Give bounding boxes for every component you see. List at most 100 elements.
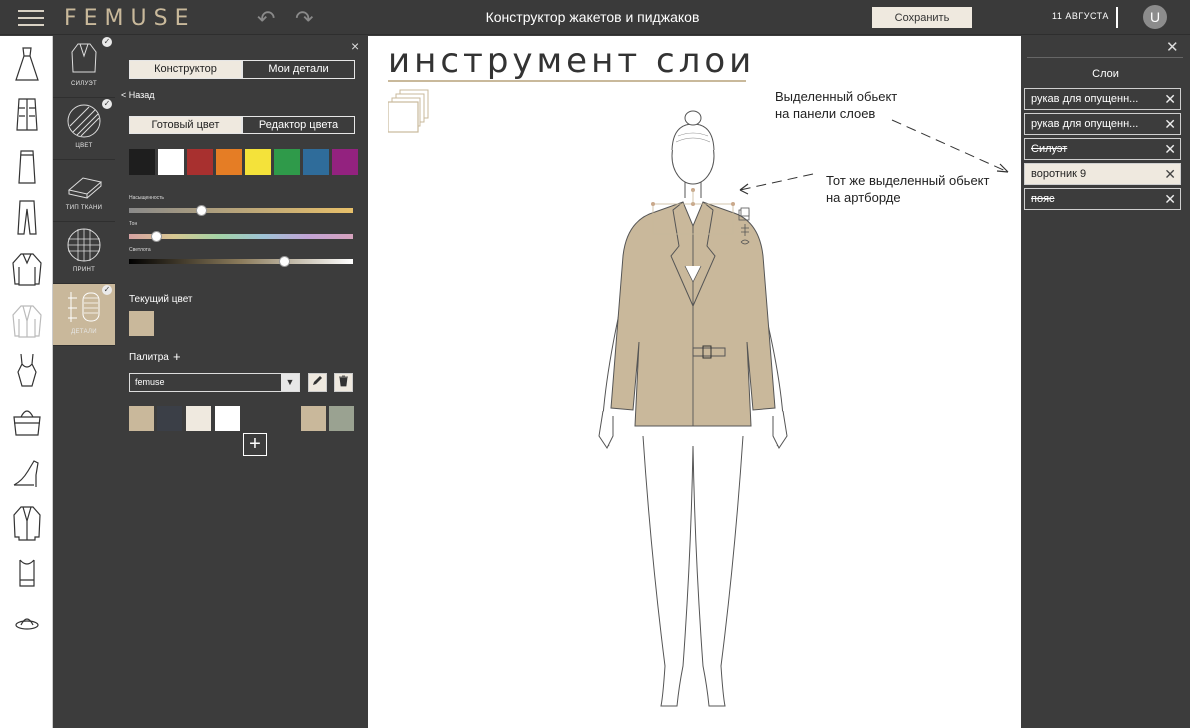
color-swatch[interactable] — [158, 149, 184, 175]
panel-tabs: Конструктор Мои детали — [129, 60, 355, 79]
layer-row[interactable]: рукав для опущенн... ✕ — [1024, 88, 1181, 110]
close-icon[interactable]: × — [351, 38, 359, 54]
saturation-slider[interactable] — [129, 205, 353, 216]
layer-name: рукав для опущенн... — [1031, 118, 1139, 130]
tone-slider[interactable] — [129, 231, 353, 242]
divider — [1027, 57, 1183, 58]
current-color-swatch[interactable] — [129, 311, 154, 336]
fashion-figure[interactable] — [593, 106, 793, 721]
layer-name: Силуэт — [1031, 143, 1068, 155]
tab-my-details[interactable]: Мои детали — [242, 60, 355, 79]
palette-swatch[interactable] — [215, 406, 240, 431]
top-icon[interactable] — [8, 552, 46, 592]
print-icon — [67, 228, 101, 262]
layers-panel: ✕ Слои рукав для опущенн... ✕ рукав для … — [1021, 36, 1190, 728]
layer-name: рукав для опущенн... — [1031, 93, 1139, 105]
sweater-icon[interactable] — [8, 249, 46, 289]
jacket-icon[interactable] — [8, 301, 46, 341]
slider-knob[interactable] — [150, 231, 162, 242]
palette-swatch[interactable] — [157, 406, 182, 431]
lightness-slider[interactable] — [129, 256, 353, 267]
tab-color-editor[interactable]: Редактор цвета — [242, 116, 355, 134]
close-icon[interactable]: ✕ — [1166, 38, 1179, 56]
palette-label: Палитра — [129, 352, 169, 363]
coat-icon[interactable] — [8, 503, 46, 543]
color-swatch[interactable] — [332, 149, 358, 175]
layer-row-selected[interactable]: воротник 9 ✕ — [1024, 163, 1181, 185]
swimsuit-icon[interactable] — [8, 350, 46, 390]
palette-select-value: femuse — [135, 377, 165, 387]
hat-icon[interactable] — [8, 603, 46, 643]
slider-knob[interactable] — [195, 205, 207, 216]
category-print[interactable]: ПРИНТ — [53, 222, 115, 284]
dress-icon[interactable] — [8, 44, 46, 84]
delete-layer-icon[interactable]: ✕ — [1164, 141, 1176, 158]
swatch-row — [129, 149, 358, 175]
category-column: СИЛУЭТ ✓ ЦВЕТ ✓ ТИП ТКАНИ ПРИНТ ДЕТАЛИ ✓ — [53, 36, 115, 728]
category-fabric[interactable]: ТИП ТКАНИ — [53, 160, 115, 222]
lightness-label: Светлота — [129, 247, 151, 253]
back-link[interactable]: < Назад — [121, 90, 155, 100]
delete-layer-icon[interactable]: ✕ — [1164, 166, 1176, 183]
color-swatch[interactable] — [245, 149, 271, 175]
avatar[interactable]: U — [1143, 5, 1167, 29]
app-window: FEMUSE ↶ ↷ Конструктор жакетов и пиджако… — [0, 0, 1190, 728]
layer-row[interactable]: рукав для опущенн... ✕ — [1024, 113, 1181, 135]
palette-swatch[interactable] — [301, 406, 326, 431]
tab-ready-color[interactable]: Готовый цвет — [129, 116, 242, 134]
divider — [1116, 7, 1118, 28]
shoe-icon[interactable] — [8, 453, 46, 493]
category-label: ПРИНТ — [72, 267, 96, 273]
trash-icon — [339, 375, 348, 387]
skirt-icon[interactable] — [8, 146, 46, 186]
color-swatch[interactable] — [129, 149, 155, 175]
artboard[interactable]: инструмент слои Выделенный обьект на пан… — [368, 36, 1021, 728]
silhouette-icon — [71, 43, 97, 73]
palette-swatch[interactable] — [129, 406, 154, 431]
pencil-icon — [313, 376, 322, 385]
layer-name: воротник 9 — [1031, 168, 1087, 180]
garment-type-strip — [0, 36, 53, 728]
category-details[interactable]: ДЕТАЛИ ✓ — [53, 284, 115, 346]
saturation-label: Насыщенность — [129, 195, 165, 201]
add-color-button[interactable]: + — [243, 433, 267, 456]
palette-swatch[interactable] — [186, 406, 211, 431]
category-color[interactable]: ЦВЕТ ✓ — [53, 98, 115, 160]
page-title: Конструктор жакетов и пиджаков — [485, 9, 700, 25]
redo-icon[interactable]: ↷ — [295, 6, 313, 32]
palette-select[interactable]: femuse ▼ — [129, 373, 300, 392]
undo-icon[interactable]: ↶ — [257, 6, 275, 32]
layers-title: Слои — [1092, 68, 1119, 80]
slider-knob[interactable] — [278, 256, 290, 267]
delete-layer-icon[interactable]: ✕ — [1164, 116, 1176, 133]
edit-palette-button[interactable] — [308, 373, 327, 392]
pants-icon[interactable] — [8, 197, 46, 237]
check-icon: ✓ — [102, 37, 112, 47]
color-swatch[interactable] — [303, 149, 329, 175]
layer-row[interactable]: пояс ✕ — [1024, 188, 1181, 210]
delete-layer-icon[interactable]: ✕ — [1164, 91, 1176, 108]
color-swatch[interactable] — [187, 149, 213, 175]
color-swatch[interactable] — [216, 149, 242, 175]
category-silhouette[interactable]: СИЛУЭТ ✓ — [53, 36, 115, 98]
tab-constructor[interactable]: Конструктор — [129, 60, 242, 79]
layer-name: пояс — [1031, 193, 1055, 205]
menu-icon[interactable] — [18, 10, 44, 26]
fabric-icon — [67, 177, 103, 199]
current-color-label: Текущий цвет — [129, 294, 193, 305]
delete-palette-button[interactable] — [334, 373, 353, 392]
save-button[interactable]: Сохранить — [872, 7, 972, 28]
color-mode-tabs: Готовый цвет Редактор цвета — [129, 116, 355, 134]
color-swatch[interactable] — [274, 149, 300, 175]
layer-row[interactable]: Силуэт ✕ — [1024, 138, 1181, 160]
delete-layer-icon[interactable]: ✕ — [1164, 191, 1176, 208]
details-icon — [68, 292, 100, 322]
add-palette-icon[interactable]: + — [173, 349, 181, 364]
chevron-down-icon[interactable]: ▼ — [281, 374, 299, 391]
color-panel: × Конструктор Мои детали < Назад Готовый… — [115, 36, 368, 728]
palette-swatches — [129, 406, 355, 431]
shirt-icon[interactable] — [8, 94, 46, 134]
category-label: СИЛУЭТ — [70, 81, 98, 87]
palette-swatch[interactable] — [329, 406, 354, 431]
bag-icon[interactable] — [8, 401, 46, 441]
